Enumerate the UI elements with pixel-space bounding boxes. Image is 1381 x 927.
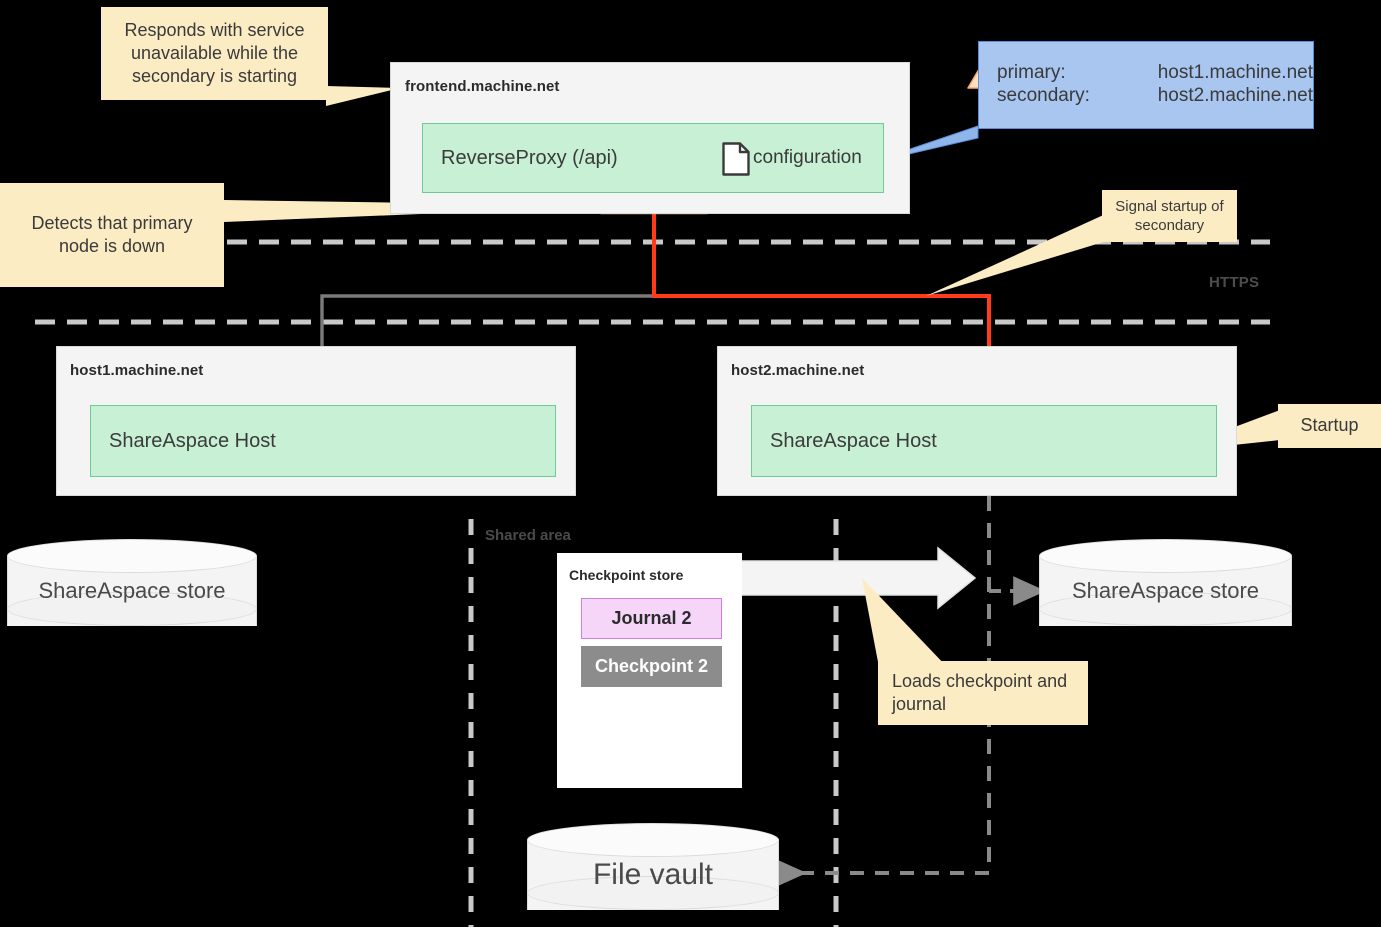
host1-service-label: ShareAspace Host xyxy=(109,429,276,452)
callout-loads-checkpoint-text: Loads checkpoint and journal xyxy=(892,670,1068,714)
config-row: secondary: host2.machine.net xyxy=(997,84,1313,107)
file-vault-store: File vault xyxy=(527,823,779,927)
config-key-secondary: secondary: xyxy=(997,85,1090,107)
configuration-icon xyxy=(721,142,751,176)
configuration-label: configuration xyxy=(753,147,862,168)
journal-chip-label: Journal 2 xyxy=(611,608,692,628)
host1-shareaspace-host-service[interactable]: ShareAspace Host xyxy=(90,405,556,477)
callout-responds-unavailable-text: Responds with service unavailable while … xyxy=(124,19,305,87)
callout-loads-checkpoint: Loads checkpoint and journal xyxy=(878,661,1088,725)
file-vault-label: File vault xyxy=(592,858,714,891)
callout-tail-responds xyxy=(326,86,400,106)
host2-service-label: ShareAspace Host xyxy=(770,429,937,452)
host2-machine-title: host2.machine.net xyxy=(731,362,865,379)
callout-responds-unavailable: Responds with service unavailable while … xyxy=(101,7,328,100)
callout-signal-startup: Signal startup of secondary xyxy=(1102,190,1237,242)
config-value-primary: host1.machine.net xyxy=(1157,62,1313,83)
config-row: primary: host1.machine.net xyxy=(997,61,1313,84)
callout-signal-startup-text: Signal startup of secondary xyxy=(1115,197,1224,234)
shared-area-label: Shared area xyxy=(485,527,571,544)
config-value-secondary: host2.machine.net xyxy=(1157,85,1313,107)
config-values-popup: primary: host1.machine.net secondary: ho… xyxy=(978,41,1314,129)
checkpoint-chip[interactable]: Checkpoint 2 xyxy=(581,646,722,687)
callout-startup: Startup xyxy=(1278,404,1381,448)
host1-machine-title: host1.machine.net xyxy=(70,362,204,379)
left-shareaspace-store-label: ShareAspace store xyxy=(38,578,226,603)
host2-shareaspace-host-service[interactable]: ShareAspace Host xyxy=(751,405,1217,477)
reverse-proxy-label: ReverseProxy (/api) xyxy=(441,146,618,169)
callout-startup-text: Startup xyxy=(1300,415,1359,436)
right-shareaspace-store: ShareAspace store xyxy=(1039,539,1292,643)
checkpoint-store-title: Checkpoint store xyxy=(569,567,684,583)
callout-tail-loads xyxy=(862,578,948,668)
left-shareaspace-store: ShareAspace store xyxy=(7,539,257,643)
journal-chip[interactable]: Journal 2 xyxy=(581,598,722,639)
checkpoint-chip-label: Checkpoint 2 xyxy=(594,656,709,676)
load-data-arrow xyxy=(737,546,977,610)
config-key-primary: primary: xyxy=(997,62,1066,83)
frontend-machine-title: frontend.machine.net xyxy=(405,78,560,95)
callout-detects-primary-down-text: Detects that primary node is down xyxy=(31,212,193,256)
diagram-canvas: Responds with service unavailable while … xyxy=(0,0,1381,927)
https-label: HTTPS xyxy=(1209,274,1260,291)
right-shareaspace-store-label: ShareAspace store xyxy=(1071,578,1260,603)
callout-detects-primary-down: Detects that primary node is down xyxy=(0,183,224,287)
callout-tail-signal xyxy=(926,212,1110,296)
